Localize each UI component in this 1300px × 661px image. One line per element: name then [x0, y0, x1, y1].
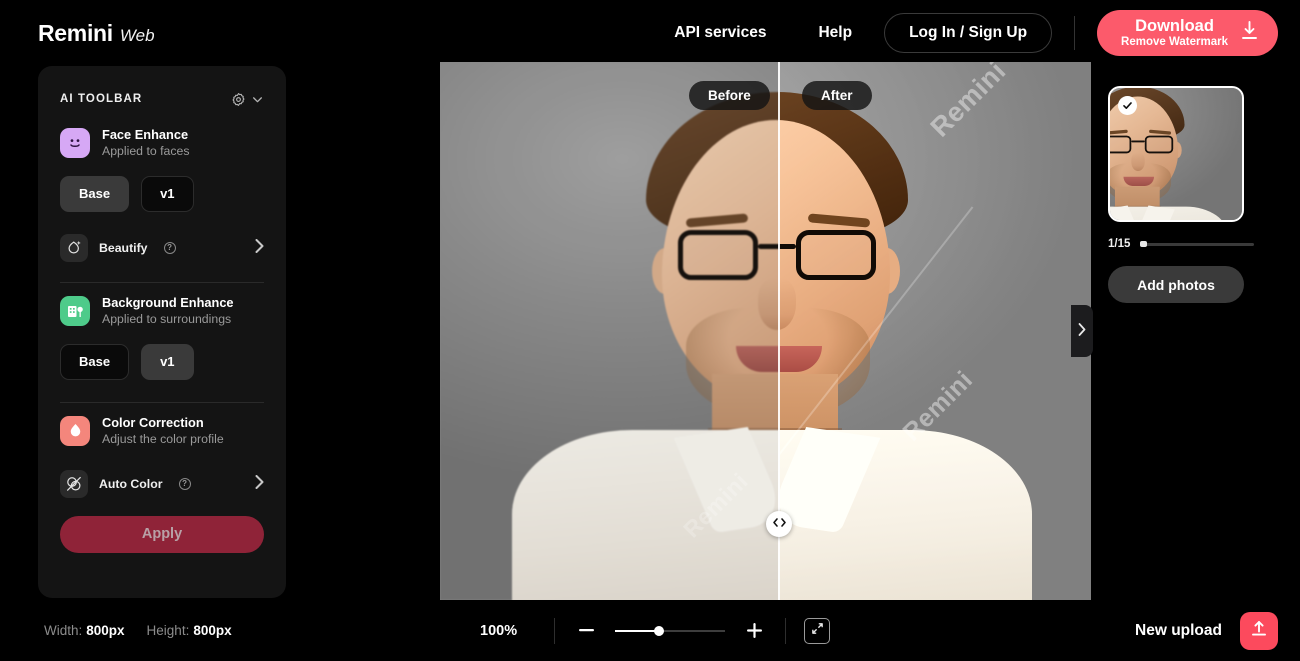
chip-face-base[interactable]: Base: [60, 175, 130, 212]
chip-face-v1[interactable]: v1: [141, 175, 194, 212]
download-label: Download: [1135, 17, 1214, 36]
chevron-down-icon[interactable]: [251, 93, 264, 106]
brand-subtitle: Web: [119, 25, 155, 45]
overlapping-circles-icon: [60, 469, 88, 498]
width-display: Width: 800px: [44, 623, 125, 638]
brand-logo[interactable]: Remini Web: [38, 20, 155, 47]
beautify-sparkle-icon: [60, 233, 88, 262]
photo-count: 1/15: [1108, 238, 1131, 250]
header-nav: API services Help Log In / Sign Up Downl…: [648, 0, 1278, 66]
height-display: Height: 800px: [147, 623, 232, 638]
feature-title: Color Correction: [102, 414, 204, 430]
scrollbar-thumb[interactable]: [1140, 241, 1148, 247]
zoom-slider[interactable]: [615, 625, 725, 636]
download-labels: Download Remove Watermark: [1121, 17, 1228, 48]
feature-background-enhance[interactable]: Background Enhance Applied to surroundin…: [60, 294, 264, 328]
before-label-pill[interactable]: Before: [689, 81, 770, 110]
toolbar-title: AI TOOLBAR: [60, 93, 143, 105]
photo-count-row: 1/15: [1108, 238, 1262, 250]
fit-screen-button[interactable]: [804, 617, 830, 644]
apply-button[interactable]: Apply: [60, 515, 264, 553]
fit-divider: [785, 617, 786, 644]
feature-subtitle: Adjust the color profile: [102, 431, 224, 446]
feature-subtitle: Applied to faces: [102, 144, 190, 159]
header-divider: [1074, 16, 1076, 50]
chip-bg-base[interactable]: Base: [60, 343, 130, 380]
before-photo: [440, 62, 778, 600]
bottom-toolbar: Width: 800px Height: 800px 100% New uplo…: [0, 600, 1300, 661]
feature-title: Face Enhance: [102, 127, 189, 142]
zoom-divider: [554, 617, 555, 644]
dimensions-display: Width: 800px Height: 800px: [44, 623, 232, 638]
height-label: Height:: [146, 623, 190, 638]
chevron-right-icon: [1078, 323, 1086, 339]
smiley-face-icon: [60, 127, 90, 158]
upload-button[interactable]: [1240, 611, 1278, 650]
add-photos-button[interactable]: Add photos: [1108, 266, 1244, 303]
comparison-slider-handle[interactable]: [766, 511, 792, 537]
height-value: 800px: [193, 623, 232, 638]
face-enhance-chips: Base v1: [60, 175, 264, 212]
check-icon: [1118, 96, 1137, 115]
zoom-in-button[interactable]: [741, 618, 767, 644]
toolbar-header: AI TOOLBAR: [60, 86, 264, 112]
top-header: Remini Web API services Help Log In / Si…: [0, 0, 1300, 66]
chip-bg-v1[interactable]: v1: [141, 343, 194, 380]
after-image-half: [778, 62, 1091, 600]
sub-option-beautify[interactable]: Beautify ?: [60, 233, 264, 262]
ai-toolbar-panel: AI TOOLBAR Face Enhance Applied to faces…: [38, 66, 286, 598]
panel-collapse-toggle[interactable]: [1071, 305, 1093, 357]
after-label-pill[interactable]: After: [802, 81, 872, 110]
sub-option-auto-color[interactable]: Auto Color ?: [60, 469, 264, 498]
feature-title: Background Enhance: [102, 294, 234, 310]
left-right-chevrons-icon: [771, 515, 788, 533]
color-correction-text: Color Correction Adjust the color profil…: [102, 414, 224, 448]
face-enhance-text: Face Enhance Applied to faces: [102, 126, 190, 160]
info-icon[interactable]: ?: [163, 241, 176, 254]
download-icon: [1241, 21, 1258, 45]
image-comparison-canvas[interactable]: Remini Remini Remini Before After: [440, 62, 1091, 600]
zoom-controls: 100%: [480, 617, 830, 644]
feature-face-enhance[interactable]: Face Enhance Applied to faces: [60, 126, 264, 160]
download-sublabel: Remove Watermark: [1121, 35, 1228, 48]
upload-icon: [1250, 619, 1268, 643]
zoom-percent: 100%: [480, 622, 518, 639]
sidebar-divider: [60, 281, 264, 283]
zoom-slider-fill: [615, 629, 659, 632]
sub-option-label: Auto Color: [99, 476, 163, 491]
download-button[interactable]: Download Remove Watermark: [1097, 10, 1278, 56]
gear-icon[interactable]: [231, 92, 246, 107]
feature-color-correction[interactable]: Color Correction Adjust the color profil…: [60, 414, 264, 448]
photos-panel: 1/15 Add photos: [1100, 62, 1262, 600]
background-enhance-chips: Base v1: [60, 343, 264, 380]
chevron-right-icon[interactable]: [255, 475, 264, 492]
zoom-out-button[interactable]: [573, 618, 599, 644]
width-value: 800px: [86, 623, 125, 638]
photo-thumbnail[interactable]: [1108, 86, 1244, 222]
toolbar-header-icons: [231, 92, 264, 107]
remini-web-app: Remini Web API services Help Log In / Si…: [0, 0, 1300, 661]
brand-name: Remini: [38, 19, 113, 46]
chevron-right-icon[interactable]: [255, 239, 264, 256]
sub-option-label: Beautify: [99, 240, 148, 255]
after-photo: [778, 62, 1091, 600]
background-enhance-text: Background Enhance Applied to surroundin…: [102, 294, 234, 328]
droplet-icon: [60, 415, 90, 446]
photo-scrollbar[interactable]: [1140, 241, 1254, 247]
info-icon[interactable]: ?: [178, 477, 191, 490]
sidebar-divider: [60, 401, 264, 403]
zoom-slider-knob[interactable]: [654, 625, 664, 636]
upload-controls: New upload: [1135, 611, 1278, 650]
nav-api-services[interactable]: API services: [648, 24, 792, 42]
building-tree-icon: [60, 295, 90, 326]
new-upload-label[interactable]: New upload: [1135, 622, 1222, 640]
before-image-half: [440, 62, 778, 600]
login-signup-button[interactable]: Log In / Sign Up: [884, 13, 1053, 53]
nav-help[interactable]: Help: [792, 24, 878, 42]
width-label: Width:: [44, 623, 83, 638]
fit-screen-icon: [811, 622, 824, 640]
feature-subtitle: Applied to surroundings: [102, 312, 232, 327]
